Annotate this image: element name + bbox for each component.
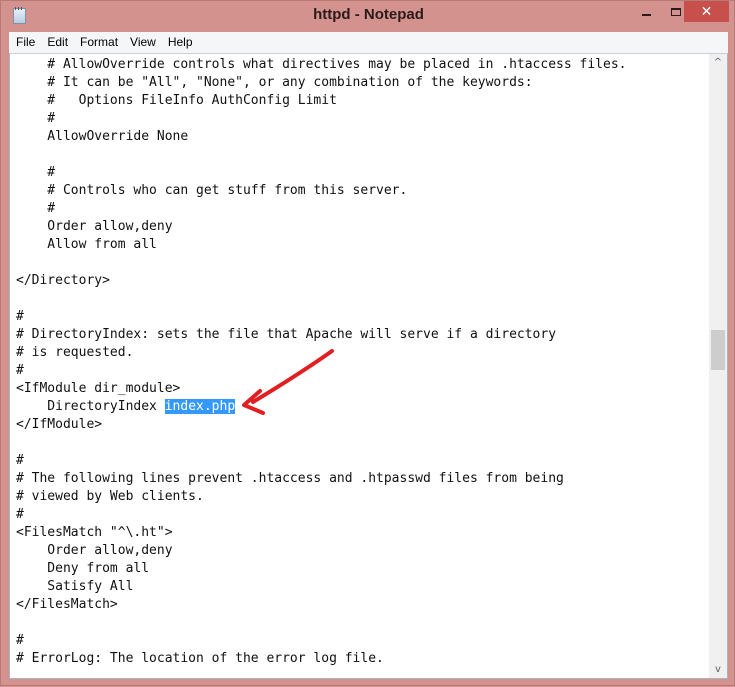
line-text: # AllowOverride controls what directives… <box>16 57 627 72</box>
line-text: <FilesMatch "^\.ht"> <box>16 525 173 540</box>
text-line[interactable]: # <box>16 200 55 218</box>
line-text: # Options FileInfo AuthConfig Limit <box>16 93 337 108</box>
close-button[interactable]: ✕ <box>684 1 729 22</box>
scroll-down-button[interactable]: v <box>709 661 727 678</box>
menu-edit[interactable]: Edit <box>42 33 73 52</box>
menu-format[interactable]: Format <box>75 33 123 52</box>
line-text: # <box>16 363 24 378</box>
line-text: </IfModule> <box>16 417 103 432</box>
text-line[interactable]: DirectoryIndex index.php <box>16 398 236 416</box>
text-line[interactable]: # ErrorLog: The location of the error lo… <box>16 650 384 668</box>
line-text: </FilesMatch> <box>16 597 118 612</box>
text-line[interactable]: AllowOverride None <box>16 128 188 146</box>
line-text: DirectoryIndex <box>16 399 165 414</box>
text-line[interactable]: # The following lines prevent .htaccess … <box>16 470 564 488</box>
close-icon: ✕ <box>700 3 713 20</box>
text-line[interactable]: # is requested. <box>16 344 133 362</box>
line-text: Deny from all <box>16 561 150 576</box>
menu-view[interactable]: View <box>125 33 161 52</box>
line-text: # viewed by Web clients. <box>16 489 204 504</box>
chevron-down-icon: v <box>715 664 721 675</box>
text-line[interactable]: Deny from all <box>16 560 149 578</box>
menu-file[interactable]: File <box>11 33 40 52</box>
text-line[interactable]: # <box>16 308 24 326</box>
line-text: # <box>16 633 24 648</box>
text-line[interactable]: # <box>16 362 24 380</box>
text-line[interactable]: # Controls who can get stuff from this s… <box>16 182 407 200</box>
line-text: # ErrorLog: The location of the error lo… <box>16 651 384 666</box>
line-text: # <box>16 111 56 126</box>
text-line[interactable]: <IfModule dir_module> <box>16 380 180 398</box>
text-line[interactable]: Allow from all <box>16 236 157 254</box>
title-bar[interactable]: httpd - Notepad ✕ <box>1 1 735 32</box>
text-line[interactable]: # <box>16 110 55 128</box>
line-text: <IfModule dir_module> <box>16 381 181 396</box>
text-line[interactable]: Satisfy All <box>16 578 133 596</box>
selected-text[interactable]: index.php <box>164 399 236 414</box>
text-line[interactable]: Order allow,deny <box>16 218 173 236</box>
text-line[interactable]: </Directory> <box>16 272 110 290</box>
text-line[interactable]: # It can be "All", "None", or any combin… <box>16 74 533 92</box>
line-text: # <box>16 201 56 216</box>
vertical-scrollbar[interactable]: ^ v <box>709 54 727 678</box>
maximize-icon <box>671 7 681 16</box>
text-line[interactable]: # DirectoryIndex: sets the file that Apa… <box>16 326 556 344</box>
line-text: # is requested. <box>16 345 134 360</box>
text-line[interactable]: </FilesMatch> <box>16 596 118 614</box>
menu-help[interactable]: Help <box>163 33 198 52</box>
line-text: </Directory> <box>16 273 110 288</box>
editor: # AllowOverride controls what directives… <box>9 53 728 679</box>
scrollbar-thumb[interactable] <box>711 329 725 370</box>
scroll-up-button[interactable]: ^ <box>709 54 727 71</box>
line-text: # <box>16 165 56 180</box>
line-text: # It can be "All", "None", or any combin… <box>16 75 533 90</box>
line-text: # <box>16 453 24 468</box>
text-line[interactable]: # Options FileInfo AuthConfig Limit <box>16 92 337 110</box>
line-text: # DirectoryIndex: sets the file that Apa… <box>16 327 557 342</box>
notepad-window: httpd - Notepad ✕ File Edit Format View … <box>0 0 735 686</box>
line-text: # <box>16 309 24 324</box>
text-line[interactable]: # <box>16 506 24 524</box>
text-line[interactable]: <FilesMatch "^\.ht"> <box>16 524 173 542</box>
line-text: Order allow,deny <box>16 543 173 558</box>
text-line[interactable]: </IfModule> <box>16 416 102 434</box>
minimize-button[interactable] <box>631 1 661 22</box>
text-line[interactable]: # <box>16 632 24 650</box>
menu-bar: File Edit Format View Help <box>9 32 728 53</box>
text-line[interactable]: # <box>16 452 24 470</box>
text-area[interactable]: # AllowOverride controls what directives… <box>10 56 708 676</box>
text-line[interactable]: Order allow,deny <box>16 542 173 560</box>
line-text: Allow from all <box>16 237 157 252</box>
window-title: httpd - Notepad <box>313 6 424 23</box>
minimize-icon <box>641 13 651 16</box>
line-text: # Controls who can get stuff from this s… <box>16 183 408 198</box>
chevron-up-icon: ^ <box>713 57 723 68</box>
line-text: Order allow,deny <box>16 219 173 234</box>
text-line[interactable]: # viewed by Web clients. <box>16 488 204 506</box>
line-text: AllowOverride None <box>16 129 189 144</box>
text-line[interactable]: # AllowOverride controls what directives… <box>16 56 626 74</box>
text-line[interactable]: # <box>16 164 55 182</box>
line-text: Satisfy All <box>16 579 134 594</box>
line-text: # <box>16 507 24 522</box>
line-text: # The following lines prevent .htaccess … <box>16 471 564 486</box>
